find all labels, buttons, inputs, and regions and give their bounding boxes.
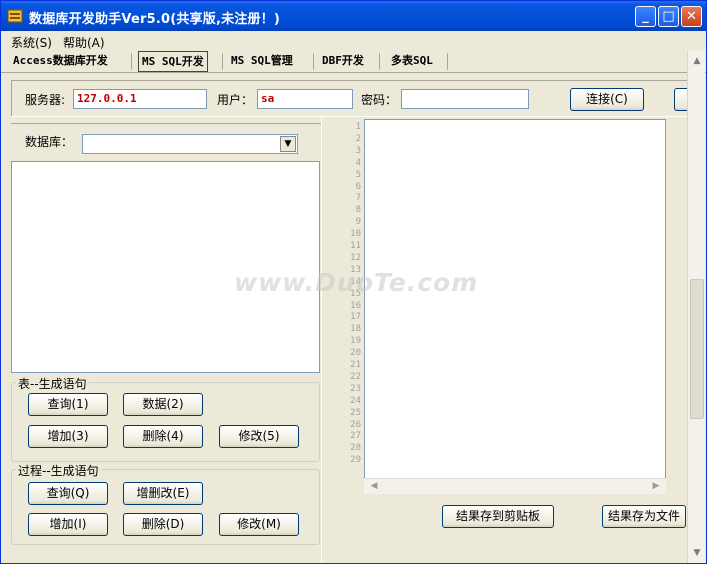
- line-number: 23: [350, 383, 361, 394]
- line-number: 29: [350, 455, 361, 466]
- title-bar[interactable]: 数据库开发助手Ver5.0(共享版,未注册！) _ □ ✕: [1, 1, 706, 31]
- proc-delete-button[interactable]: 删除(D): [123, 513, 203, 536]
- proc-add-button[interactable]: 增加(I): [28, 513, 108, 536]
- line-number: 11: [350, 241, 361, 251]
- line-number: 5: [355, 169, 361, 180]
- line-number: 4: [355, 157, 361, 168]
- connection-frame-bottom: [11, 116, 687, 117]
- save-result-to-file-button[interactable]: 结果存为文件: [602, 505, 686, 528]
- sql-editor[interactable]: [364, 119, 666, 494]
- line-number: 7: [355, 193, 361, 204]
- line-number: 10: [350, 229, 361, 240]
- server-input[interactable]: 127.0.0.1: [73, 89, 207, 109]
- table-data-button[interactable]: 数据(2): [123, 393, 203, 416]
- close-button[interactable]: ✕: [681, 6, 702, 27]
- line-number: 28: [350, 443, 361, 454]
- line-number: 25: [350, 407, 361, 418]
- minimize-button[interactable]: _: [635, 6, 656, 27]
- line-number: 8: [355, 205, 361, 216]
- proc-query-button[interactable]: 查询(Q): [28, 482, 108, 505]
- line-number: 22: [350, 371, 361, 382]
- scroll-right-icon[interactable]: ▶: [648, 479, 664, 494]
- password-input[interactable]: [401, 89, 529, 109]
- proc-modify-button[interactable]: 修改(M): [219, 513, 299, 536]
- extra-button[interactable]: [674, 88, 688, 111]
- server-label: 服务器:: [25, 93, 66, 107]
- line-number: 2: [355, 133, 361, 144]
- scroll-left-icon[interactable]: ◀: [366, 479, 382, 494]
- line-number: 27: [350, 431, 361, 442]
- line-number: 21: [350, 360, 361, 370]
- editor-horizontal-scrollbar[interactable]: ◀ ▶: [364, 478, 666, 494]
- table-group-title: 表--生成语句: [16, 375, 89, 392]
- connect-button[interactable]: 连接(C): [570, 88, 644, 111]
- tab-separator: [313, 53, 314, 70]
- tab-separator: [131, 53, 132, 70]
- menu-bar: 系统(S) 帮助(A): [1, 31, 706, 50]
- table-delete-button[interactable]: 删除(4): [123, 425, 203, 448]
- tab-access-dev[interactable]: Access数据库开发: [10, 51, 111, 72]
- object-list[interactable]: [11, 161, 320, 373]
- line-number: 24: [350, 395, 361, 406]
- database-label: 数据库：: [25, 135, 74, 149]
- app-icon: [7, 9, 23, 23]
- tab-separator: [379, 53, 380, 70]
- chevron-down-icon[interactable]: ▼: [280, 136, 296, 152]
- line-number: 16: [350, 300, 361, 311]
- line-number-gutter: 1 2 3 4 5 6 7 8 9 10 11 12 13 14 15 16 17 18 19 20 21 22 23 24 2…: [347, 121, 363, 491]
- watermark-text: www.DuoTe.com: [234, 268, 479, 297]
- user-label: 用户：: [217, 93, 254, 107]
- tab-dbf-dev[interactable]: DBF开发: [319, 51, 367, 72]
- line-number: 1: [355, 122, 361, 132]
- window-title: 数据库开发助手Ver5.0(共享版,未注册！): [29, 12, 281, 27]
- maximize-button[interactable]: □: [658, 6, 679, 27]
- password-label: 密码：: [361, 93, 398, 107]
- line-number: 9: [355, 217, 361, 228]
- copy-result-to-clipboard-button[interactable]: 结果存到剪贴板: [442, 505, 554, 528]
- line-number: 20: [350, 348, 361, 359]
- scroll-down-icon[interactable]: ▼: [689, 545, 705, 561]
- scroll-thumb[interactable]: [690, 279, 704, 419]
- connection-frame-top: [11, 80, 687, 81]
- line-number: 12: [350, 252, 361, 263]
- proc-add-del-mod-button[interactable]: 增删改(E): [123, 482, 203, 505]
- tab-separator: [222, 53, 223, 70]
- connection-frame-left: [11, 80, 12, 116]
- vertical-scrollbar[interactable]: ▲ ▼: [687, 51, 705, 563]
- table-add-button[interactable]: 增加(3): [28, 425, 108, 448]
- tab-bar: Access数据库开发 MS SQL开发 MS SQL管理 DBF开发 多表SQ…: [1, 49, 706, 73]
- table-modify-button[interactable]: 修改(5): [219, 425, 299, 448]
- line-number: 19: [350, 336, 361, 347]
- app-window: 数据库开发助手Ver5.0(共享版,未注册！) _ □ ✕ 系统(S) 帮助(A…: [0, 0, 707, 564]
- database-frame-top: [11, 123, 321, 124]
- line-number: 18: [350, 324, 361, 335]
- panel-splitter[interactable]: [321, 117, 347, 563]
- tab-separator: [447, 53, 448, 70]
- table-query-button[interactable]: 查询(1): [28, 393, 108, 416]
- line-number: 17: [350, 312, 361, 323]
- scroll-up-icon[interactable]: ▲: [689, 53, 705, 69]
- tab-multi-table-sql[interactable]: 多表SQL: [388, 51, 436, 72]
- tab-mssql-admin[interactable]: MS SQL管理: [228, 51, 296, 72]
- tab-mssql-dev[interactable]: MS SQL开发: [138, 51, 208, 72]
- user-input[interactable]: sa: [257, 89, 353, 109]
- line-number: 6: [355, 181, 361, 192]
- line-number: 26: [350, 419, 361, 430]
- procedure-group-title: 过程--生成语句: [16, 462, 101, 479]
- database-select[interactable]: ▼: [82, 134, 298, 154]
- line-number: 3: [355, 145, 361, 156]
